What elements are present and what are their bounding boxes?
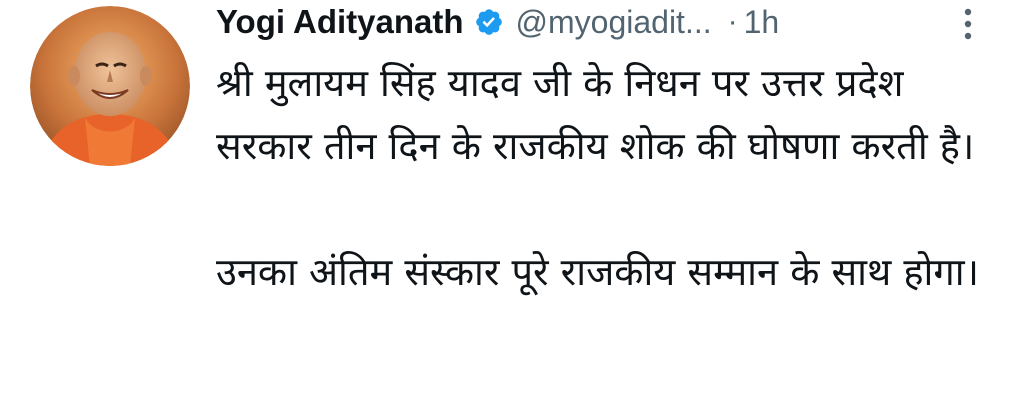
tweet-text: श्री मुलायम सिंह यादव जी के निधन पर उत्त… [216,52,1006,304]
avatar[interactable] [30,6,190,166]
tweet-paragraph-1: श्री मुलायम सिंह यादव जी के निधन पर उत्त… [216,61,975,168]
author-name[interactable]: Yogi Adityanath [216,3,464,41]
verified-badge-icon [474,7,504,37]
tweet[interactable]: Yogi Adityanath @myogiadit... · 1h श्री … [0,0,1024,420]
author-handle[interactable]: @myogiadit... [516,4,712,41]
tweet-paragraph-2: उनका अंतिम संस्कार पूरे राजकीय सम्मान के… [216,250,980,294]
separator-dot: · [727,5,738,38]
avatar-image [30,6,190,166]
more-vertical-icon[interactable] [958,4,978,44]
timestamp[interactable]: 1h [744,4,780,41]
tweet-header: Yogi Adityanath @myogiadit... · 1h [216,0,1006,44]
